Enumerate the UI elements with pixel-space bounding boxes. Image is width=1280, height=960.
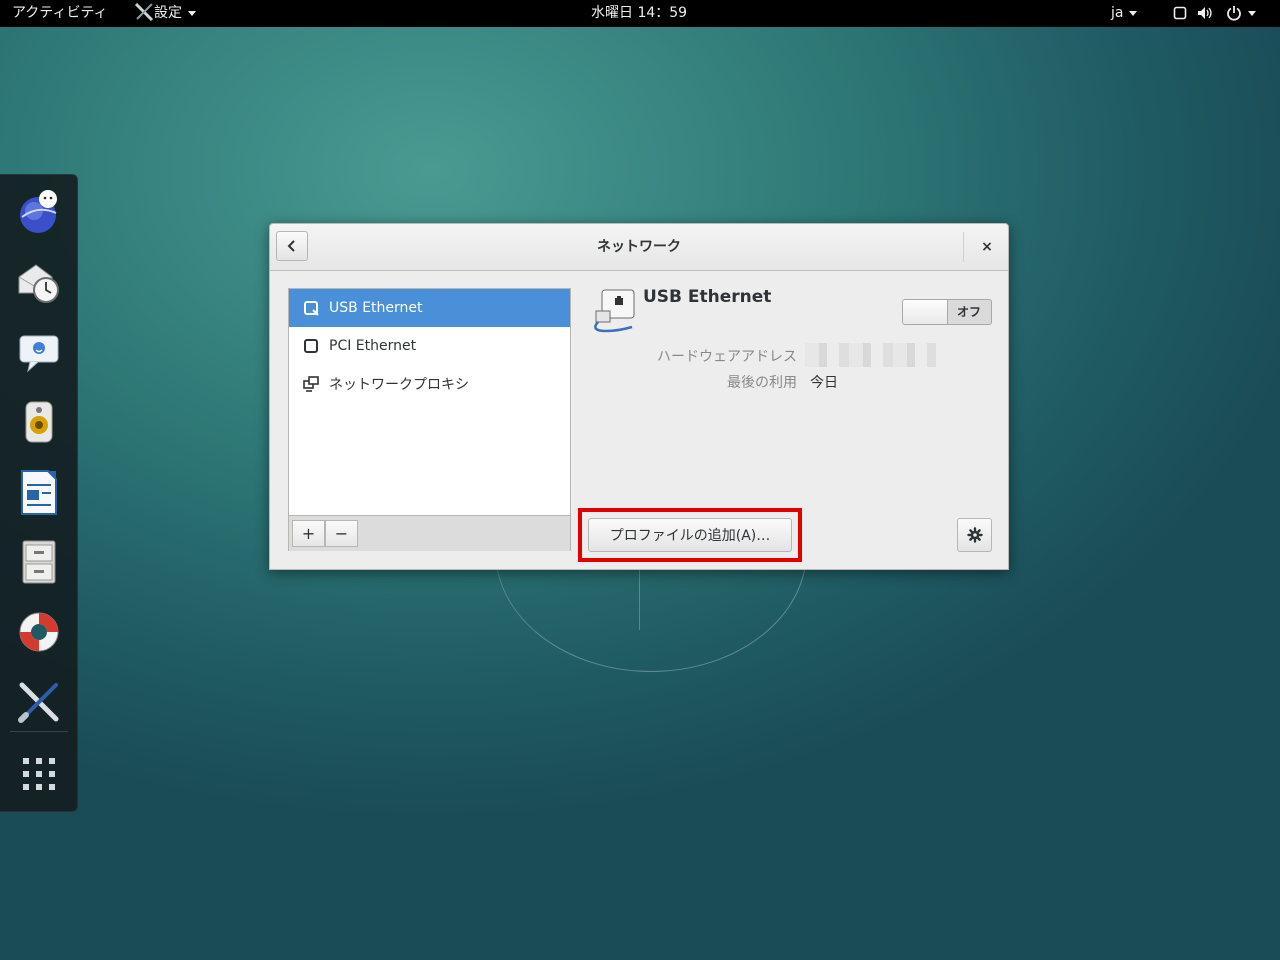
- speaker-icon: [25, 401, 53, 443]
- close-icon: ×: [981, 239, 993, 255]
- chevron-left-icon: [287, 240, 295, 252]
- add-device-button[interactable]: +: [292, 520, 325, 547]
- close-button[interactable]: ×: [973, 232, 1001, 262]
- device-label: PCI Ethernet: [329, 338, 417, 354]
- mail-clock-icon: [18, 264, 59, 303]
- lifebuoy-icon: [19, 612, 59, 652]
- writer-launcher[interactable]: [14, 467, 64, 517]
- settings-launcher[interactable]: [14, 677, 64, 727]
- gear-icon: [966, 527, 983, 543]
- file-manager-launcher[interactable]: [14, 537, 64, 587]
- last-used-label: 最後の利用: [727, 375, 797, 391]
- back-button[interactable]: [276, 231, 308, 261]
- help-launcher[interactable]: [14, 607, 64, 657]
- device-list: USB Ethernet PCI Ethernet ネットワークプロキシ + −: [288, 288, 571, 551]
- switch-state-label: オフ: [956, 305, 981, 319]
- input-method-menu[interactable]: ja: [1111, 0, 1138, 27]
- input-method-label: ja: [1111, 5, 1124, 21]
- dash-dock: [0, 174, 78, 812]
- header-separator: [963, 232, 964, 262]
- mail-launcher[interactable]: [14, 257, 64, 307]
- screen-icon: [1173, 6, 1187, 20]
- wired-network-icon: [303, 338, 319, 354]
- device-list-toolbar: + −: [289, 515, 570, 551]
- device-label: USB Ethernet: [329, 300, 423, 316]
- remove-device-button[interactable]: −: [325, 520, 358, 547]
- web-browser-launcher[interactable]: [14, 187, 64, 237]
- device-name: USB Ethernet: [643, 287, 772, 307]
- ethernet-device-icon: [594, 289, 635, 333]
- app-grid-icon: [23, 758, 55, 790]
- hardware-address-value-redacted: [805, 343, 936, 367]
- chevron-down-icon: [1129, 10, 1138, 16]
- power-icon: [1227, 6, 1241, 21]
- device-item-pci-ethernet[interactable]: PCI Ethernet: [289, 327, 570, 365]
- top-bar: アクティビティ 設定 水曜日 14：59 ja: [0, 0, 1280, 27]
- wired-network-icon: [303, 300, 319, 316]
- tools-icon: [18, 682, 59, 723]
- web-browser-icon: [20, 190, 57, 233]
- app-menu-label: 設定: [154, 5, 182, 21]
- dock-separator: [10, 731, 68, 732]
- music-launcher[interactable]: [14, 397, 64, 447]
- clock[interactable]: 水曜日 14：59: [591, 0, 687, 27]
- chat-launcher[interactable]: [14, 327, 64, 377]
- chevron-down-icon: [1247, 10, 1256, 16]
- chat-bubble-icon: [19, 335, 59, 373]
- document-writer-icon: [21, 470, 57, 515]
- window-header-bar: ネットワーク ×: [270, 224, 1008, 271]
- system-menu[interactable]: [1173, 0, 1256, 27]
- switch-knob: [903, 300, 948, 324]
- chevron-down-icon: [188, 10, 196, 16]
- device-item-network-proxy[interactable]: ネットワークプロキシ: [289, 365, 570, 403]
- hardware-address-label: ハードウェアアドレス: [657, 349, 797, 365]
- window-title: ネットワーク: [597, 239, 681, 255]
- device-power-switch[interactable]: オフ: [902, 299, 992, 325]
- highlight-annotation-box: [578, 508, 802, 562]
- show-applications-button[interactable]: [14, 749, 64, 799]
- activities-button[interactable]: アクティビティ: [12, 0, 108, 27]
- volume-icon: [1198, 7, 1213, 19]
- wallpaper-line: [639, 570, 640, 630]
- app-menu[interactable]: 設定: [134, 0, 196, 27]
- device-options-button[interactable]: [957, 518, 992, 552]
- last-used-value: 今日: [810, 375, 838, 391]
- network-proxy-icon: [303, 376, 319, 392]
- file-cabinet-icon: [22, 540, 56, 584]
- device-label: ネットワークプロキシ: [329, 377, 469, 393]
- settings-tools-icon: [134, 2, 154, 21]
- device-item-usb-ethernet[interactable]: USB Ethernet: [289, 289, 570, 327]
- network-settings-window: ネットワーク × USB Ethernet PCI Ethernet ネットワー…: [269, 223, 1009, 570]
